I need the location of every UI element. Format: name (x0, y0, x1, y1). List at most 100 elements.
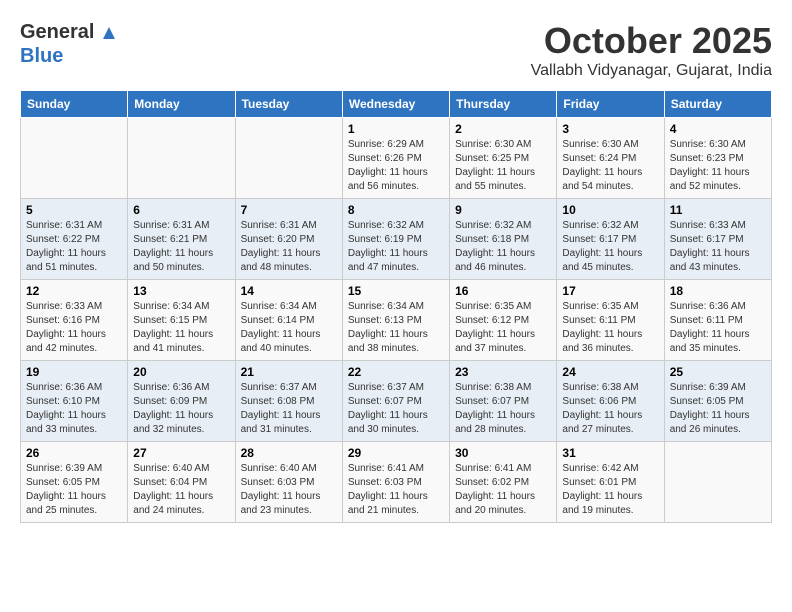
page-container: General Blue October 2025 Vallabh Vidyan… (0, 0, 792, 533)
day-info: Sunrise: 6:38 AMSunset: 6:07 PMDaylight:… (455, 381, 551, 437)
calendar-cell (235, 118, 342, 199)
day-info: Sunrise: 6:36 AMSunset: 6:09 PMDaylight:… (133, 381, 229, 437)
location: Vallabh Vidyanagar, Gujarat, India (531, 62, 772, 80)
calendar-cell: 17 Sunrise: 6:35 AMSunset: 6:11 PMDayligh… (557, 280, 664, 361)
week-row-3: 12 Sunrise: 6:33 AMSunset: 6:16 PMDayligh… (21, 280, 772, 361)
month-title: October 2025 (531, 20, 772, 62)
calendar-cell: 10 Sunrise: 6:32 AMSunset: 6:17 PMDayligh… (557, 199, 664, 280)
day-info: Sunrise: 6:40 AMSunset: 6:04 PMDaylight:… (133, 462, 229, 518)
day-number: 20 (133, 365, 229, 379)
day-number: 16 (455, 284, 551, 298)
day-info: Sunrise: 6:41 AMSunset: 6:03 PMDaylight:… (348, 462, 444, 518)
day-info: Sunrise: 6:42 AMSunset: 6:01 PMDaylight:… (562, 462, 658, 518)
logo-general: General (20, 21, 94, 43)
day-info: Sunrise: 6:35 AMSunset: 6:11 PMDaylight:… (562, 300, 658, 356)
title-section: October 2025 Vallabh Vidyanagar, Gujarat… (531, 20, 772, 80)
day-number: 10 (562, 203, 658, 217)
calendar-cell: 21 Sunrise: 6:37 AMSunset: 6:08 PMDayligh… (235, 361, 342, 442)
day-number: 6 (133, 203, 229, 217)
logo-arrow-icon (101, 25, 117, 41)
weekday-header-row: SundayMondayTuesdayWednesdayThursdayFrid… (21, 91, 772, 118)
calendar-cell: 5Sunrise: 6:31 AMSunset: 6:22 PMDaylight… (21, 199, 128, 280)
day-number: 2 (455, 122, 551, 136)
day-number: 30 (455, 446, 551, 460)
day-number: 5 (26, 203, 122, 217)
weekday-header-friday: Friday (557, 91, 664, 118)
calendar-cell: 18 Sunrise: 6:36 AMSunset: 6:11 PMDayligh… (664, 280, 771, 361)
calendar-cell: 7Sunrise: 6:31 AMSunset: 6:20 PMDaylight… (235, 199, 342, 280)
calendar-cell (21, 118, 128, 199)
calendar-cell: 31Sunrise: 6:42 AMSunset: 6:01 PMDayligh… (557, 442, 664, 523)
day-info: Sunrise: 6:36 AMSunset: 6:10 PMDaylight:… (26, 381, 122, 437)
calendar-cell: 25Sunrise: 6:39 AMSunset: 6:05 PMDayligh… (664, 361, 771, 442)
calendar-cell: 11 Sunrise: 6:33 AMSunset: 6:17 PMDayligh… (664, 199, 771, 280)
calendar-cell: 9Sunrise: 6:32 AMSunset: 6:18 PMDaylight… (450, 199, 557, 280)
calendar-cell: 6 Sunrise: 6:31 AMSunset: 6:21 PMDaylight… (128, 199, 235, 280)
calendar-cell: 27 Sunrise: 6:40 AMSunset: 6:04 PMDayligh… (128, 442, 235, 523)
weekday-header-thursday: Thursday (450, 91, 557, 118)
day-info: Sunrise: 6:40 AMSunset: 6:03 PMDaylight:… (241, 462, 337, 518)
day-info: Sunrise: 6:33 AMSunset: 6:16 PMDaylight:… (26, 300, 122, 356)
day-number: 21 (241, 365, 337, 379)
calendar-table: SundayMondayTuesdayWednesdayThursdayFrid… (20, 90, 772, 523)
calendar-cell: 20 Sunrise: 6:36 AMSunset: 6:09 PMDayligh… (128, 361, 235, 442)
weekday-header-wednesday: Wednesday (342, 91, 449, 118)
week-row-4: 19Sunrise: 6:36 AMSunset: 6:10 PMDayligh… (21, 361, 772, 442)
calendar-cell (128, 118, 235, 199)
calendar-cell: 23 Sunrise: 6:38 AMSunset: 6:07 PMDayligh… (450, 361, 557, 442)
day-info: Sunrise: 6:30 AMSunset: 6:25 PMDaylight:… (455, 138, 551, 194)
calendar-cell: 26 Sunrise: 6:39 AMSunset: 6:05 PMDayligh… (21, 442, 128, 523)
calendar-cell: 8 Sunrise: 6:32 AMSunset: 6:19 PMDaylight… (342, 199, 449, 280)
day-info: Sunrise: 6:34 AMSunset: 6:14 PMDaylight:… (241, 300, 337, 356)
day-info: Sunrise: 6:37 AMSunset: 6:07 PMDaylight:… (348, 381, 444, 437)
day-info: Sunrise: 6:32 AMSunset: 6:19 PMDaylight:… (348, 219, 444, 275)
calendar-cell: 24 Sunrise: 6:38 AMSunset: 6:06 PMDayligh… (557, 361, 664, 442)
day-info: Sunrise: 6:34 AMSunset: 6:13 PMDaylight:… (348, 300, 444, 356)
day-info: Sunrise: 6:31 AMSunset: 6:21 PMDaylight:… (133, 219, 229, 275)
calendar-cell: 14 Sunrise: 6:34 AMSunset: 6:14 PMDayligh… (235, 280, 342, 361)
day-info: Sunrise: 6:30 AMSunset: 6:24 PMDaylight:… (562, 138, 658, 194)
day-info: Sunrise: 6:39 AMSunset: 6:05 PMDaylight:… (26, 462, 122, 518)
calendar-cell: 13 Sunrise: 6:34 AMSunset: 6:15 PMDayligh… (128, 280, 235, 361)
day-info: Sunrise: 6:34 AMSunset: 6:15 PMDaylight:… (133, 300, 229, 356)
calendar-cell: 12 Sunrise: 6:33 AMSunset: 6:16 PMDayligh… (21, 280, 128, 361)
day-info: Sunrise: 6:32 AMSunset: 6:17 PMDaylight:… (562, 219, 658, 275)
day-info: Sunrise: 6:36 AMSunset: 6:11 PMDaylight:… (670, 300, 766, 356)
calendar-cell: 30 Sunrise: 6:41 AMSunset: 6:02 PMDayligh… (450, 442, 557, 523)
day-number: 13 (133, 284, 229, 298)
day-number: 14 (241, 284, 337, 298)
day-info: Sunrise: 6:30 AMSunset: 6:23 PMDaylight:… (670, 138, 766, 194)
day-number: 18 (670, 284, 766, 298)
day-number: 23 (455, 365, 551, 379)
day-info: Sunrise: 6:37 AMSunset: 6:08 PMDaylight:… (241, 381, 337, 437)
day-number: 15 (348, 284, 444, 298)
weekday-header-sunday: Sunday (21, 91, 128, 118)
day-info: Sunrise: 6:33 AMSunset: 6:17 PMDaylight:… (670, 219, 766, 275)
day-number: 22 (348, 365, 444, 379)
week-row-5: 26 Sunrise: 6:39 AMSunset: 6:05 PMDayligh… (21, 442, 772, 523)
day-number: 17 (562, 284, 658, 298)
day-number: 27 (133, 446, 229, 460)
calendar-cell (664, 442, 771, 523)
day-number: 24 (562, 365, 658, 379)
day-number: 12 (26, 284, 122, 298)
week-row-1: 1Sunrise: 6:29 AMSunset: 6:26 PMDaylight… (21, 118, 772, 199)
calendar-cell: 4Sunrise: 6:30 AMSunset: 6:23 PMDaylight… (664, 118, 771, 199)
calendar-cell: 29Sunrise: 6:41 AMSunset: 6:03 PMDayligh… (342, 442, 449, 523)
day-number: 25 (670, 365, 766, 379)
day-info: Sunrise: 6:38 AMSunset: 6:06 PMDaylight:… (562, 381, 658, 437)
day-number: 26 (26, 446, 122, 460)
weekday-header-saturday: Saturday (664, 91, 771, 118)
calendar-cell: 2 Sunrise: 6:30 AMSunset: 6:25 PMDaylight… (450, 118, 557, 199)
logo-blue: Blue (20, 45, 63, 67)
calendar-cell: 3Sunrise: 6:30 AMSunset: 6:24 PMDaylight… (557, 118, 664, 199)
calendar-cell: 16 Sunrise: 6:35 AMSunset: 6:12 PMDayligh… (450, 280, 557, 361)
weekday-header-monday: Monday (128, 91, 235, 118)
day-number: 8 (348, 203, 444, 217)
day-number: 1 (348, 122, 444, 136)
week-row-2: 5Sunrise: 6:31 AMSunset: 6:22 PMDaylight… (21, 199, 772, 280)
day-number: 11 (670, 203, 766, 217)
weekday-header-tuesday: Tuesday (235, 91, 342, 118)
day-info: Sunrise: 6:41 AMSunset: 6:02 PMDaylight:… (455, 462, 551, 518)
day-info: Sunrise: 6:35 AMSunset: 6:12 PMDaylight:… (455, 300, 551, 356)
